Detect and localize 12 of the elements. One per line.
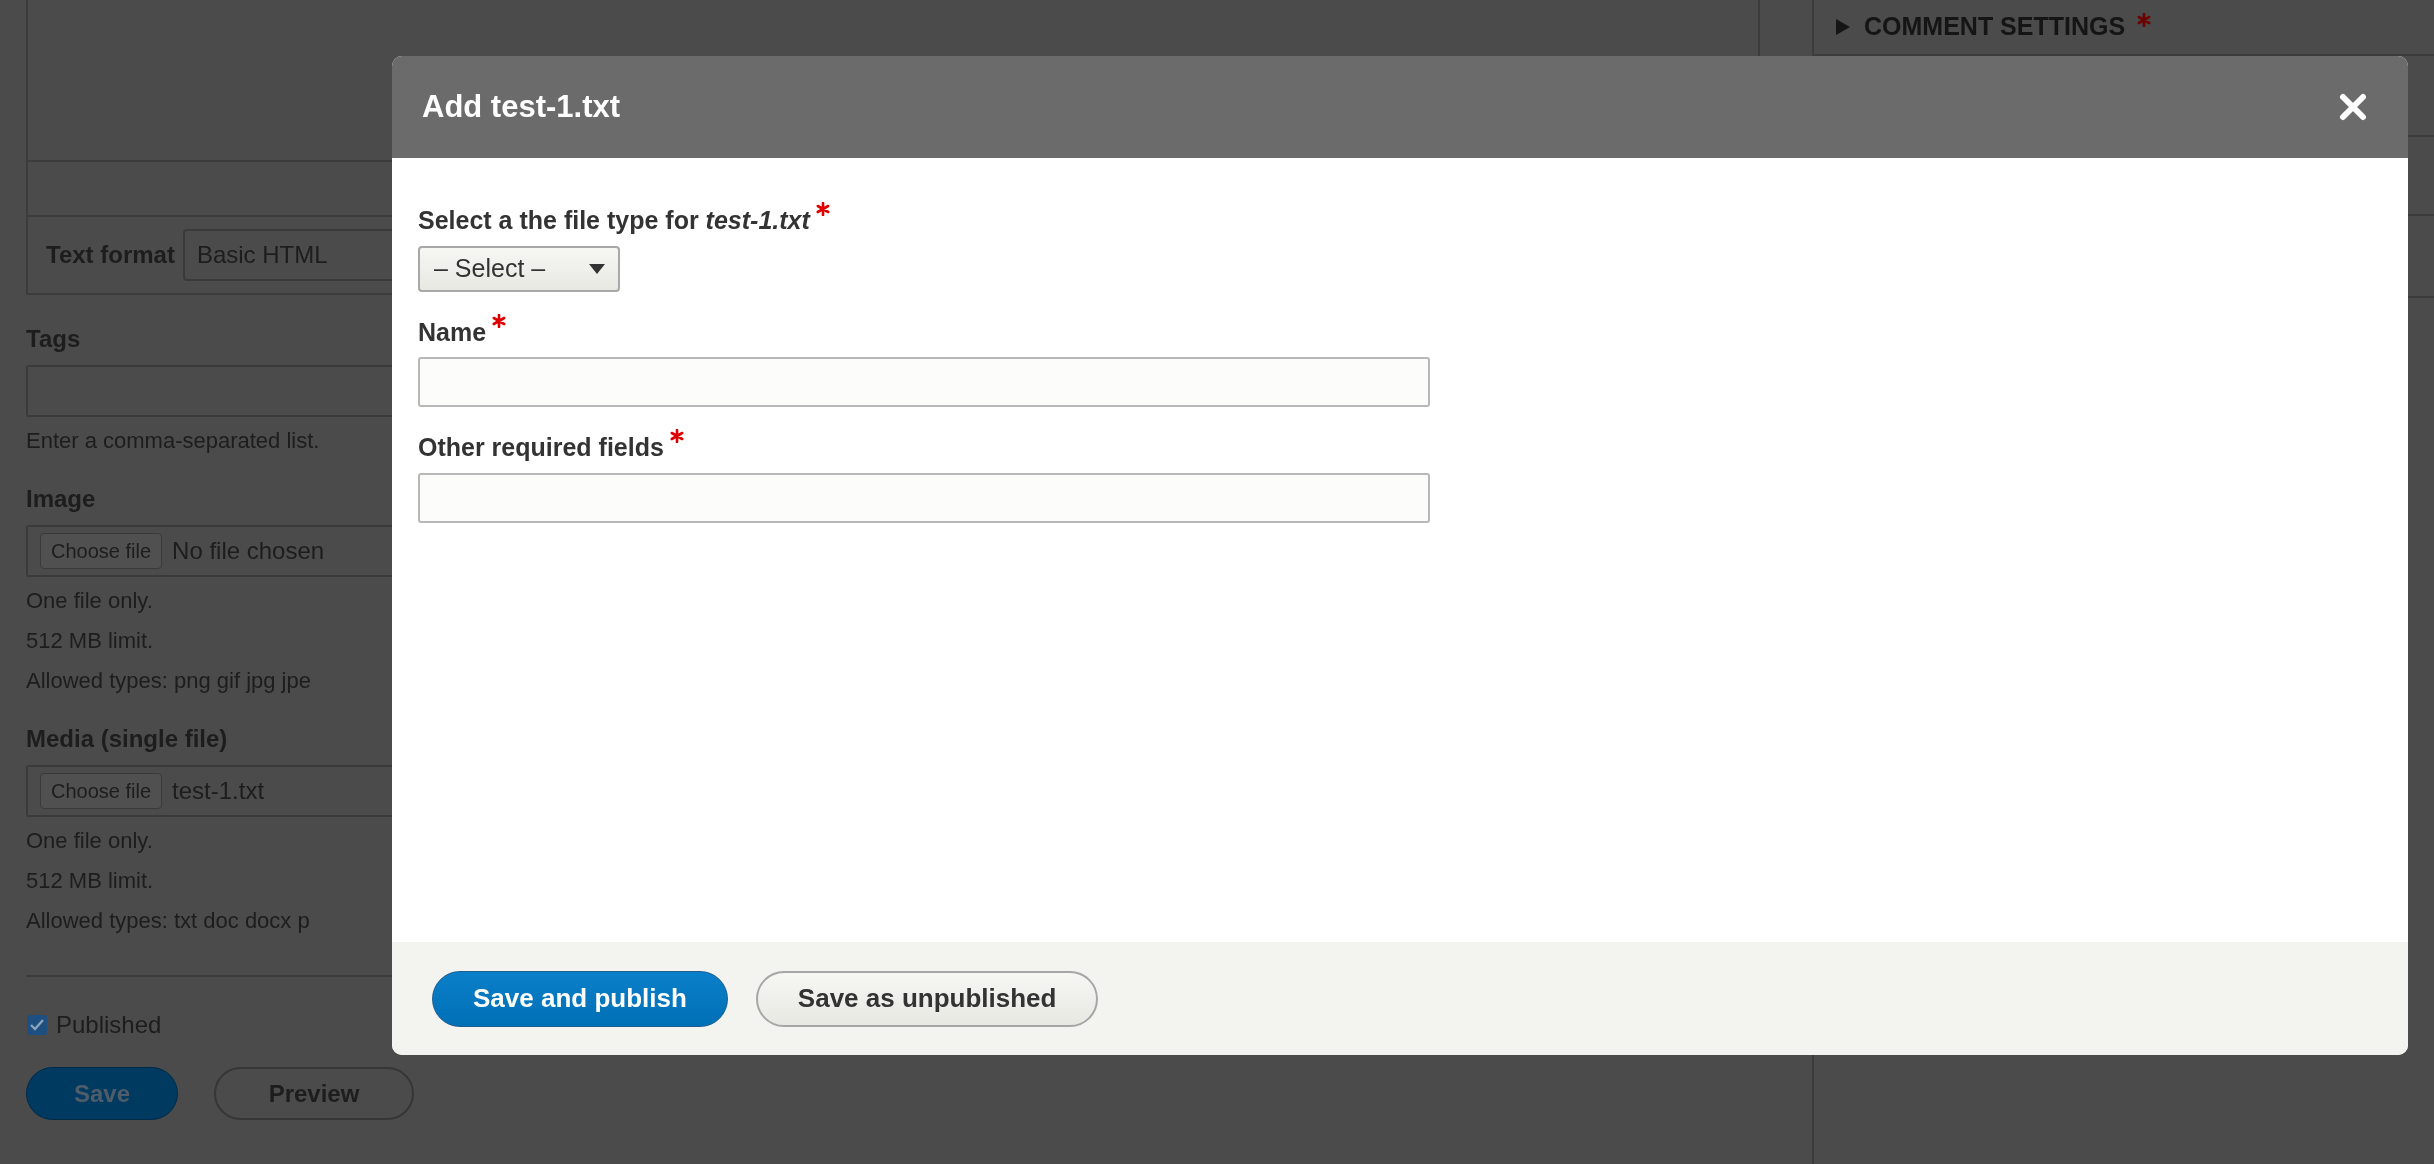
- close-button[interactable]: [2338, 92, 2368, 122]
- caret-icon: [588, 262, 606, 275]
- dialog-title: Add test-1.txt: [422, 87, 621, 126]
- publish-button[interactable]: Save and publish: [432, 970, 728, 1027]
- save-button[interactable]: Save: [26, 1067, 178, 1120]
- save-button[interactable]: Save as unpublished: [755, 970, 1099, 1027]
- text-field[interactable]: [418, 472, 1430, 523]
- type-select[interactable]: – Select –: [418, 245, 620, 292]
- checkbox[interactable]: [26, 1014, 48, 1036]
- field-label: Name: [418, 316, 487, 348]
- field-label: Other required fields: [418, 432, 664, 463]
- text-field[interactable]: [418, 357, 1430, 407]
